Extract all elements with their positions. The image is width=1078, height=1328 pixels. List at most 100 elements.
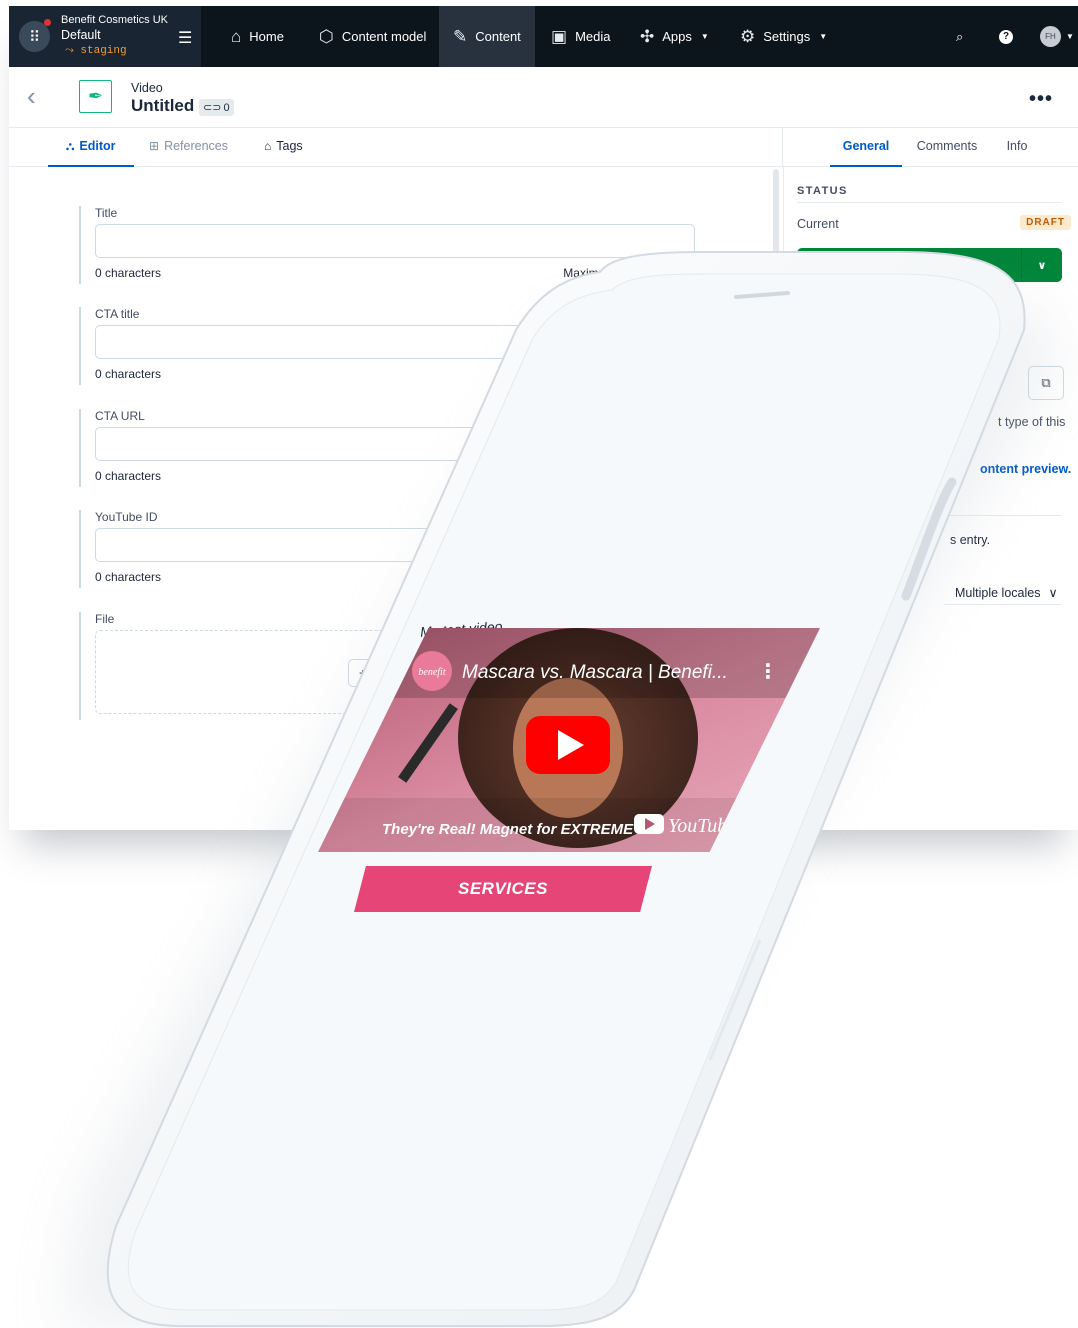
divider [797,515,1061,516]
chevron-down-icon: ∨ [1048,586,1058,600]
environment-branch: ⤳ staging [65,45,127,57]
character-count: 0 characters [95,367,162,381]
field-cta-url: CTA URL 0 characters [79,409,697,487]
entry-sidebar: STATUS Current DRAFT Publish ∨ ⧉ t type … [783,166,1078,830]
branch-label: staging [80,45,127,57]
image-icon: ▣ [551,26,568,46]
nav-media-label: Media [575,29,611,44]
field-label: CTA URL [95,409,145,423]
entry-title: Untitled [131,96,195,115]
tab-editor-label: Editor [79,139,116,153]
cta-url-input[interactable] [95,427,695,461]
channel-logo-text: benefit [418,667,445,678]
scrollbar[interactable] [773,169,779,639]
branch-icon: ⤳ [65,45,81,57]
reference-badge[interactable]: ⊂⊃ 0 [199,99,234,116]
field-label: YouTube ID [95,510,158,524]
video-title-text: Mascara vs. Mascara | Benefi... [462,662,728,683]
sidebar-tabs: General Comments Info [782,127,1078,167]
reference-count: 0 [223,101,230,114]
divider [944,604,1061,605]
caret-down-icon: ▼ [1066,32,1074,41]
link-icon: ⊂⊃ [203,102,222,114]
space-name: Benefit Cosmetics UK [61,14,168,26]
tab-editor[interactable]: ⛬ Editor [48,127,134,167]
character-count: 0 characters [95,469,162,483]
references-icon: ⊞ [149,139,160,153]
sidebar-entry-text: s entry. [950,533,991,547]
youtube-id-input[interactable] [95,528,695,562]
phone-edge-line [708,939,762,1061]
services-cta-button[interactable]: SERVICES [354,866,652,912]
tag-icon: ⌂ [264,139,272,153]
field-youtube-id: YouTube ID 0 characters [79,510,697,588]
nav-content[interactable]: ✎ Content [439,6,535,67]
character-count: 0 characters [95,570,162,584]
tab-general[interactable]: General [830,127,902,167]
character-limit: Maximum 256 characters [563,266,698,280]
chevron-down-icon[interactable]: ∨ [1021,248,1062,282]
menu-icon[interactable]: ☰ [178,28,192,48]
help-button[interactable]: ? [999,6,1013,67]
edit-icon: ✎ [453,26,468,46]
status-badge: DRAFT [1020,215,1071,230]
content-preview-link[interactable]: ontent preview. [980,462,1071,476]
locale-selector[interactable]: Multiple locales ∨ [955,585,1058,600]
character-count: 0 characters [95,266,162,280]
tab-info[interactable]: Info [995,127,1039,165]
search-icon[interactable]: ⌕ [956,6,963,67]
space-switcher[interactable]: ⠿ Benefit Cosmetics UK Default ⤳ staging… [9,6,201,67]
environment-name: Default [61,28,101,42]
field-label: Title [95,206,118,220]
content-type-name: Video [131,81,163,95]
puzzle-icon: ✣ [640,26,655,46]
entry-tabs: ⛬ Editor ⊞ References ⌂ Tags [9,127,782,167]
tab-comments[interactable]: Comments [910,127,984,165]
divider [797,202,1061,203]
nav-apps-label: Apps [662,29,692,44]
nav-content-model[interactable]: ⬡ Content model [306,6,439,67]
hierarchy-icon: ⛬ [66,138,75,153]
nav-home[interactable]: ⌂ Home [218,6,297,67]
tab-references-label: References [164,139,228,153]
account-menu[interactable]: FH ▼ [1040,6,1074,67]
tab-references[interactable]: ⊞ References [149,127,228,165]
notification-dot [44,19,51,26]
status-heading: STATUS [797,185,848,197]
grid-icon: ⠿ [29,28,40,46]
nav-content-model-label: Content model [341,29,427,44]
home-icon: ⌂ [231,26,242,46]
avatar: FH [1040,26,1061,47]
field-label: File [95,612,115,626]
nav-apps[interactable]: ✣ Apps ▼ [627,6,722,67]
publish-label: Publish [885,258,931,272]
current-status-label: Current [797,217,839,231]
copy-icon[interactable]: ⧉ [1028,366,1064,400]
video-menu-icon: ⋮ [758,661,778,683]
nav-content-label: Content [475,29,521,44]
publish-button[interactable]: Publish ∨ [797,248,1062,282]
gear-icon: ⚙ [740,26,756,46]
nav-media[interactable]: ▣ Media [539,6,622,67]
sidebar-help-text: t type of this [998,415,1066,429]
title-input[interactable] [95,224,695,258]
caret-down-icon: ▼ [819,32,828,41]
top-navigation-bar: ⠿ Benefit Cosmetics UK Default ⤳ staging… [9,6,1078,67]
more-options-button[interactable]: ••• [1029,89,1053,109]
entry-header: ‹ ✒ Video Untitled ⊂⊃ 0 ••• [9,67,1078,128]
field-cta-title: CTA title 0 characters [79,307,697,385]
back-chevron-icon[interactable]: ‹ [27,83,36,109]
tab-tags-label: Tags [276,139,303,153]
video-caption: They're Real! Magnet for EXTREME [382,821,634,838]
add-media-button[interactable]: + A [348,659,394,687]
field-label: CTA title [95,307,140,321]
locale-selector-label: Multiple locales [955,586,1041,600]
question-icon: ? [999,29,1013,44]
nav-home-label: Home [249,29,284,44]
cta-title-input[interactable] [95,325,695,359]
caret-down-icon: ▼ [700,32,709,41]
feather-icon: ✒ [79,80,112,113]
tab-tags[interactable]: ⌂ Tags [264,127,303,165]
field-title: Title 0 characters Maximum 256 character… [79,206,698,284]
nav-settings[interactable]: ⚙ Settings ▼ [727,6,840,67]
